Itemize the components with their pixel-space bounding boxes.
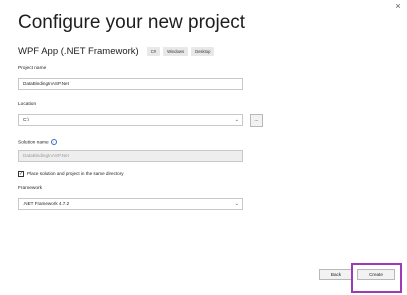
tag-platform: Windows (163, 46, 189, 56)
project-name-input[interactable]: DataBindingInASP.Net (18, 78, 243, 90)
same-directory-label: Place solution and project in the same d… (27, 171, 124, 176)
close-button[interactable]: × (392, 0, 404, 12)
same-directory-checkbox[interactable]: ✓ (18, 170, 24, 177)
template-subtitle-row: WPF App (.NET Framework) C# Windows Desk… (18, 45, 217, 57)
same-directory-option[interactable]: ✓ Place solution and project in the same… (18, 170, 124, 177)
framework-value: .NET Framework 4.7.2 (23, 201, 70, 206)
solution-name-label: Solution name (18, 140, 49, 146)
browse-button[interactable]: ... (250, 114, 263, 127)
page-title: Configure your new project (18, 12, 246, 33)
project-name-label: Project name (18, 66, 47, 71)
back-button[interactable]: Back (319, 269, 353, 280)
solution-name-input[interactable]: DataBindingInASP.Net (18, 150, 243, 162)
framework-label: Framework (18, 186, 42, 191)
template-name: WPF App (.NET Framework) (18, 45, 139, 57)
location-value: C:\ (23, 117, 29, 122)
framework-select[interactable]: .NET Framework 4.7.2 ⌄ (18, 198, 243, 210)
chevron-down-icon[interactable]: ⌄ (235, 115, 239, 125)
chevron-down-icon[interactable]: ⌄ (235, 199, 239, 209)
info-icon[interactable]: i (50, 139, 57, 145)
tag-language: C# (146, 46, 161, 56)
tag-project-type: Desktop (191, 46, 215, 56)
solution-name-label-row: Solution name i (18, 139, 57, 145)
create-button-highlight (351, 263, 402, 293)
location-combobox[interactable]: C:\ ⌄ (18, 114, 243, 126)
location-label: Location (18, 102, 37, 107)
